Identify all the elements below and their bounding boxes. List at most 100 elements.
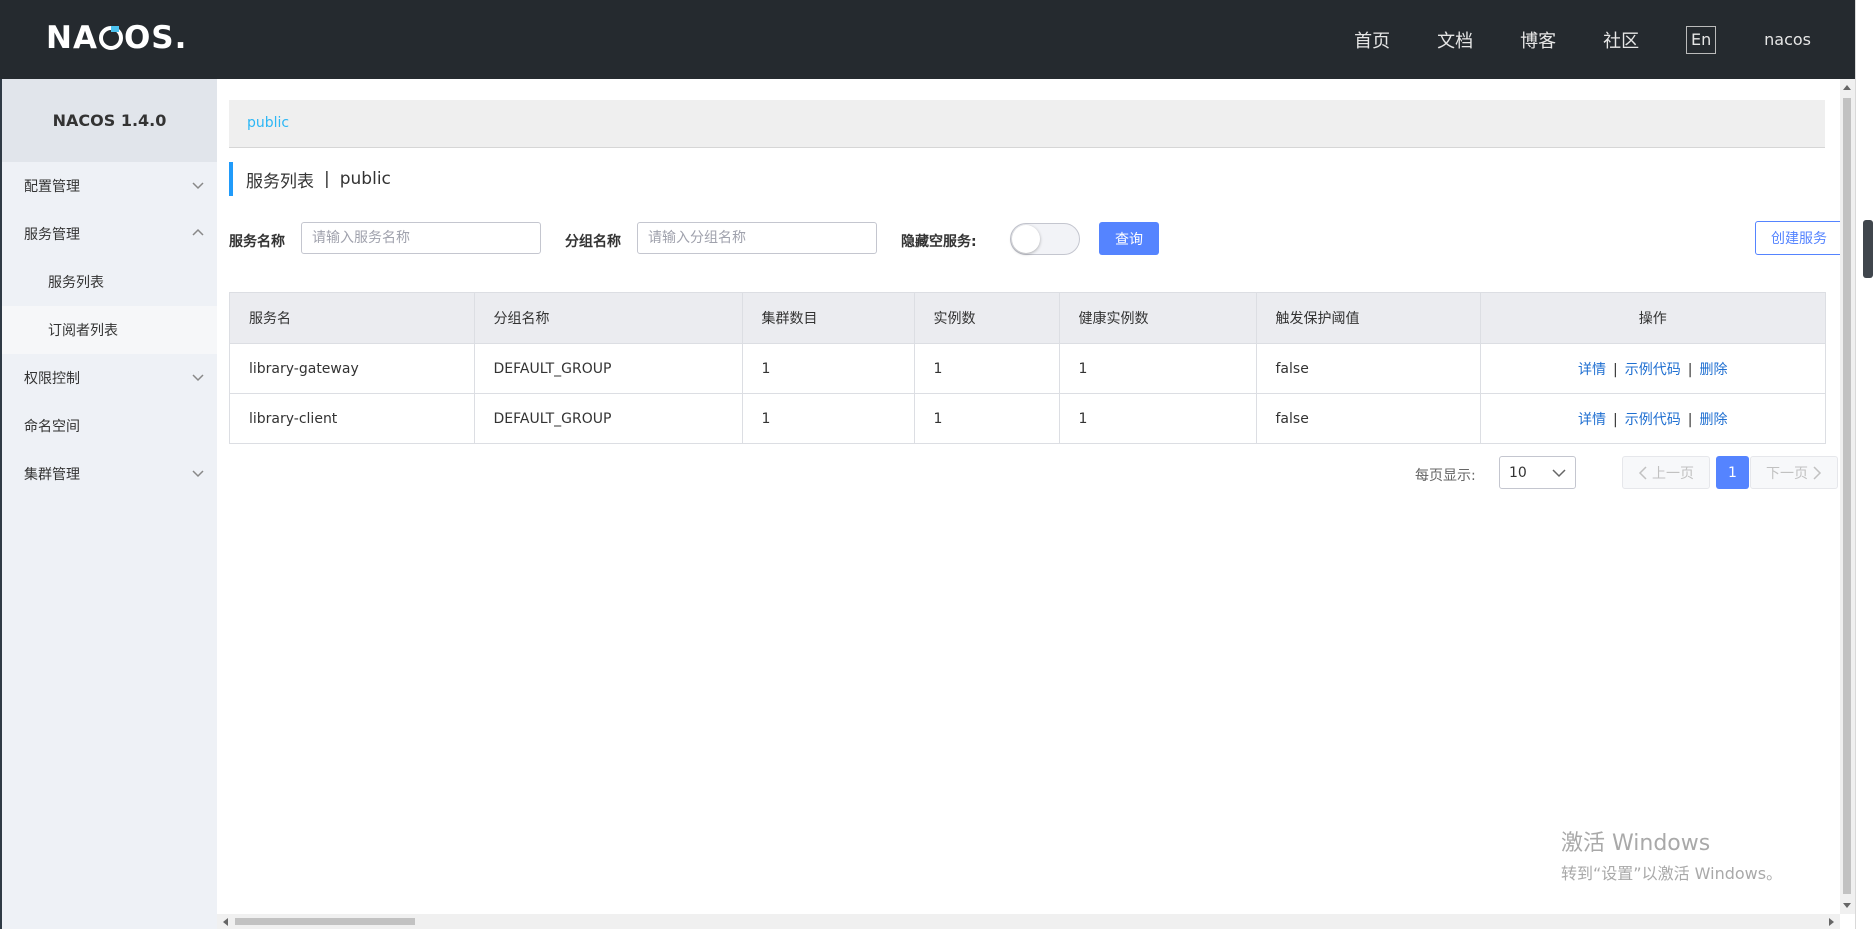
- column-header-group-name: 分组名称: [474, 293, 743, 344]
- username[interactable]: nacos: [1764, 30, 1811, 49]
- action-separator: |: [1687, 361, 1693, 378]
- sidebar-item-label: 配置管理: [24, 179, 80, 195]
- vertical-scrollbar[interactable]: [1840, 79, 1855, 914]
- browser-side-panel: [1855, 0, 1876, 929]
- page-title-separator: |: [324, 169, 330, 189]
- cell-actions: 详情 | 示例代码 | 删除: [1480, 394, 1825, 444]
- action-separator: |: [1613, 361, 1618, 378]
- main-content: public 服务列表 | public 服务名称 分组名称 隐藏空服务: 查询…: [217, 79, 1843, 914]
- nav-docs[interactable]: 文档: [1437, 27, 1473, 53]
- nav-blog[interactable]: 博客: [1520, 27, 1556, 53]
- page-number-1[interactable]: 1: [1716, 456, 1749, 489]
- query-button[interactable]: 查询: [1099, 222, 1159, 255]
- service-table: 服务名 分组名称 集群数目 实例数 健康实例数 触发保护阈值 操作 librar…: [229, 292, 1826, 444]
- column-header-healthy-instance-count: 健康实例数: [1059, 293, 1257, 344]
- sidebar-item-cluster-management[interactable]: 集群管理: [2, 450, 217, 498]
- sidebar-item-namespace[interactable]: 命名空间: [2, 402, 217, 450]
- sidebar-item-config-management[interactable]: 配置管理: [2, 162, 217, 210]
- cell-cluster-count: 1: [742, 393, 915, 443]
- sidebar-item-label: 集群管理: [24, 467, 80, 483]
- filter-row: 服务名称 分组名称 隐藏空服务: 查询 创建服务: [229, 221, 1843, 256]
- nacos-logo[interactable]: NA OS.: [46, 20, 187, 56]
- sidebar-item-label: 服务管理: [24, 227, 80, 243]
- cell-healthy-instance-count: 1: [1059, 343, 1257, 394]
- column-header-cluster-count: 集群数目: [742, 293, 915, 344]
- chevron-up-icon: [192, 228, 204, 236]
- sidebar-item-subscriber-list[interactable]: 订阅者列表: [2, 306, 217, 354]
- cell-cluster-count: 1: [742, 343, 915, 394]
- next-page-label: 下一页: [1766, 465, 1808, 482]
- details-link[interactable]: 详情: [1578, 362, 1606, 378]
- chevron-right-icon: [1813, 465, 1822, 480]
- cell-actions: 详情 | 示例代码 | 删除: [1480, 343, 1825, 394]
- page-title-namespace: public: [339, 169, 391, 189]
- sample-code-link[interactable]: 示例代码: [1625, 412, 1681, 428]
- create-service-button[interactable]: 创建服务: [1755, 221, 1843, 255]
- nav-community[interactable]: 社区: [1603, 27, 1639, 53]
- prev-page-button[interactable]: 上一页: [1622, 456, 1710, 489]
- column-header-instance-count: 实例数: [914, 293, 1060, 344]
- details-link[interactable]: 详情: [1578, 412, 1606, 428]
- nav-home[interactable]: 首页: [1354, 27, 1390, 53]
- prev-page-label: 上一页: [1652, 465, 1694, 482]
- per-page-label: 每页显示:: [1415, 468, 1476, 484]
- scroll-left-arrow-icon[interactable]: [223, 918, 228, 926]
- sidebar: NACOS 1.4.0 配置管理 服务管理 服务列表 订阅者列表 权限控制 命名…: [0, 79, 217, 929]
- scroll-right-arrow-icon[interactable]: [1829, 918, 1834, 926]
- sidebar-item-label: 权限控制: [24, 371, 80, 387]
- windows-activation-watermark: 激活 Windows 转到“设置”以激活 Windows。: [1561, 825, 1782, 884]
- cell-healthy-instance-count: 1: [1059, 393, 1257, 443]
- group-name-input[interactable]: [637, 222, 877, 254]
- scroll-up-arrow-icon[interactable]: [1843, 85, 1851, 90]
- cell-service-name: library-client: [230, 393, 475, 443]
- logo-c-mark: [98, 26, 123, 50]
- next-page-button[interactable]: 下一页: [1750, 456, 1838, 489]
- chevron-down-icon: [192, 182, 204, 190]
- side-panel-handle[interactable]: [1863, 220, 1873, 278]
- service-name-input[interactable]: [301, 222, 541, 254]
- cell-instance-count: 1: [914, 393, 1060, 443]
- horizontal-scrollbar[interactable]: [217, 914, 1840, 929]
- hide-empty-services-label: 隐藏空服务:: [901, 234, 977, 250]
- per-page-select[interactable]: 10: [1499, 456, 1576, 489]
- language-switch-button[interactable]: En: [1686, 25, 1717, 54]
- horizontal-scroll-thumb[interactable]: [235, 918, 415, 925]
- cell-group-name: DEFAULT_GROUP: [474, 343, 743, 394]
- top-nav: 首页 文档 博客 社区 En nacos: [1354, 0, 1876, 79]
- version-label: NACOS 1.4.0: [2, 79, 217, 162]
- column-header-protect-threshold: 触发保护阈值: [1256, 293, 1481, 344]
- cell-protect-threshold: false: [1256, 393, 1481, 443]
- delete-link[interactable]: 删除: [1699, 412, 1727, 428]
- chevron-left-icon: [1638, 465, 1647, 480]
- scroll-down-arrow-icon[interactable]: [1843, 903, 1851, 908]
- vertical-scroll-thumb[interactable]: [1843, 98, 1851, 894]
- hide-empty-services-toggle[interactable]: [1010, 223, 1080, 255]
- column-header-actions: 操作: [1480, 293, 1825, 344]
- page-title: 服务列表 | public: [229, 162, 391, 196]
- table-row: library-client DEFAULT_GROUP 1 1 1 false…: [230, 393, 1825, 444]
- sidebar-item-label: 命名空间: [24, 419, 80, 435]
- chevron-down-icon: [192, 470, 204, 478]
- sidebar-item-service-management[interactable]: 服务管理: [2, 210, 217, 258]
- cell-group-name: DEFAULT_GROUP: [474, 393, 743, 443]
- toggle-knob: [1012, 225, 1040, 253]
- namespace-link-public[interactable]: public: [247, 115, 289, 131]
- sample-code-link[interactable]: 示例代码: [1625, 362, 1681, 378]
- sidebar-item-service-list[interactable]: 服务列表: [2, 258, 217, 306]
- sidebar-item-access-control[interactable]: 权限控制: [2, 354, 217, 402]
- watermark-line-2: 转到“设置”以激活 Windows。: [1561, 864, 1783, 883]
- chevron-down-icon: [192, 374, 204, 382]
- delete-link[interactable]: 删除: [1699, 362, 1727, 378]
- table-header-row: 服务名 分组名称 集群数目 实例数 健康实例数 触发保护阈值 操作: [230, 293, 1825, 344]
- cell-service-name: library-gateway: [230, 343, 475, 394]
- page-title-text: 服务列表: [246, 171, 314, 192]
- per-page-value: 10: [1509, 464, 1527, 481]
- action-separator: |: [1687, 411, 1693, 428]
- watermark-line-1: 激活 Windows: [1561, 831, 1711, 856]
- pagination: 每页显示: 10 上一页 1 下一页: [229, 456, 1838, 490]
- table-row: library-gateway DEFAULT_GROUP 1 1 1 fals…: [230, 343, 1825, 394]
- cell-instance-count: 1: [914, 343, 1060, 394]
- action-separator: |: [1613, 411, 1618, 428]
- cell-protect-threshold: false: [1256, 343, 1481, 394]
- column-header-service-name: 服务名: [230, 293, 475, 344]
